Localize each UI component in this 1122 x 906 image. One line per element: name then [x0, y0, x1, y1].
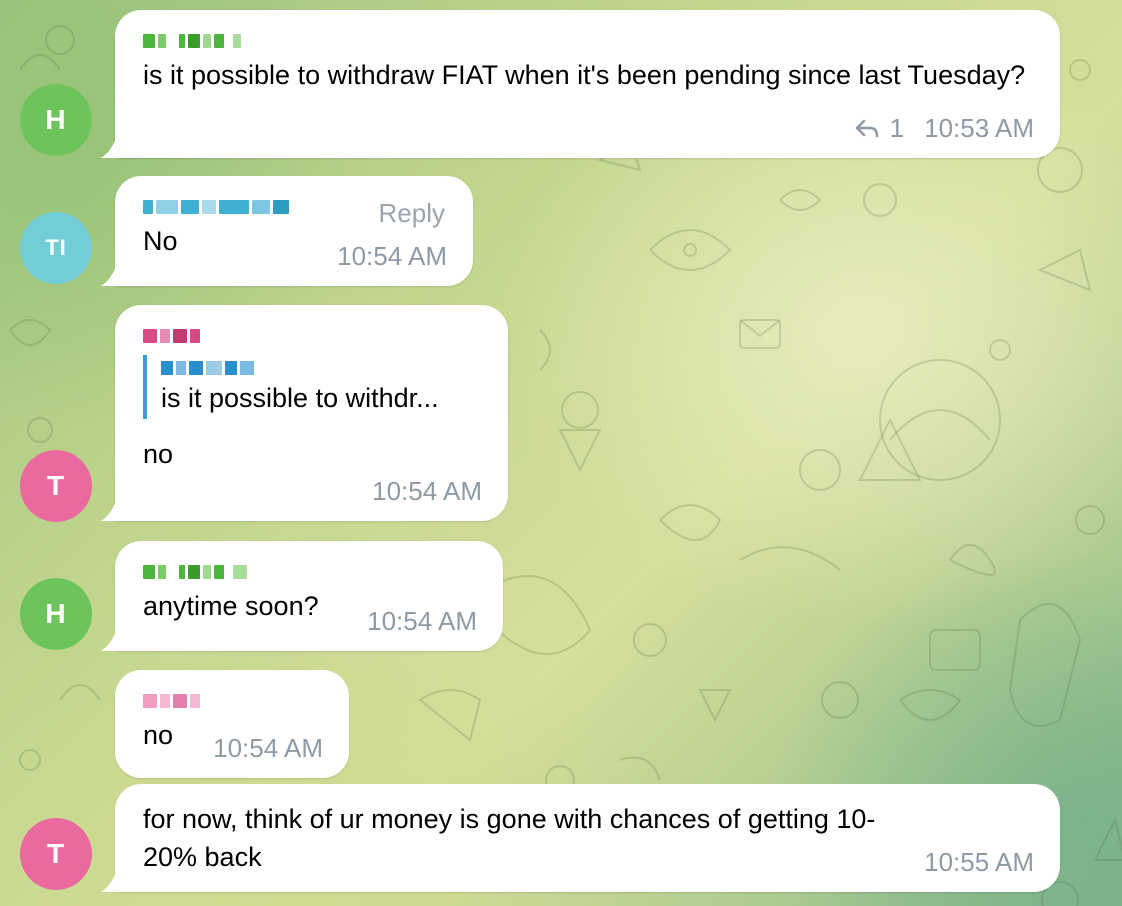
message-time: 10:53 AM: [924, 113, 1034, 143]
sender-name-pixelated[interactable]: [143, 561, 475, 583]
sender-name-pixelated[interactable]: [143, 690, 321, 712]
avatar[interactable]: T: [20, 818, 92, 890]
reply-link[interactable]: Reply: [379, 198, 445, 229]
message-text: for now, think of ur money is gone with …: [143, 804, 876, 872]
message-text: is it possible to withdraw FIAT when it'…: [143, 60, 1026, 90]
bubble-tail: [101, 629, 117, 651]
reply-arrow-icon[interactable]: [854, 118, 880, 140]
message-text: no: [143, 439, 174, 469]
message-time: 10:55 AM: [924, 847, 1034, 877]
bubble-tail: [101, 870, 117, 892]
reply-count[interactable]: 1: [890, 113, 904, 144]
message-bubble[interactable]: is it possible to withdr... no 10:54 AM: [101, 305, 508, 521]
message-time: 10:54 AM: [372, 476, 482, 506]
message-bubble[interactable]: is it possible to withdraw FIAT when it'…: [101, 10, 1060, 158]
message-time: 10:54 AM: [367, 606, 477, 636]
message-bubble[interactable]: no 10:54 AM: [115, 670, 349, 778]
message-bubble[interactable]: Reply No 10:54 AM: [101, 176, 473, 286]
quoted-message[interactable]: is it possible to withdr...: [143, 355, 480, 419]
bubble-tail: [101, 264, 117, 286]
message-time: 10:54 AM: [213, 733, 323, 763]
avatar[interactable]: T: [20, 450, 92, 522]
avatar[interactable]: H: [20, 84, 92, 156]
bubble-tail: [101, 499, 117, 521]
avatar[interactable]: H: [20, 578, 92, 650]
sender-name-pixelated[interactable]: [143, 30, 1032, 52]
message-meta: 1 10:53 AM: [854, 113, 1034, 144]
message-time: 10:54 AM: [337, 241, 447, 271]
quoted-text: is it possible to withdr...: [161, 383, 439, 413]
avatar[interactable]: TI: [20, 212, 92, 284]
quoted-sender-pixelated: [161, 357, 480, 379]
message-bubble[interactable]: anytime soon? 10:54 AM: [101, 541, 503, 651]
sender-name-pixelated[interactable]: [143, 325, 480, 347]
bubble-tail: [101, 136, 117, 158]
message-bubble[interactable]: for now, think of ur money is gone with …: [101, 784, 1060, 892]
